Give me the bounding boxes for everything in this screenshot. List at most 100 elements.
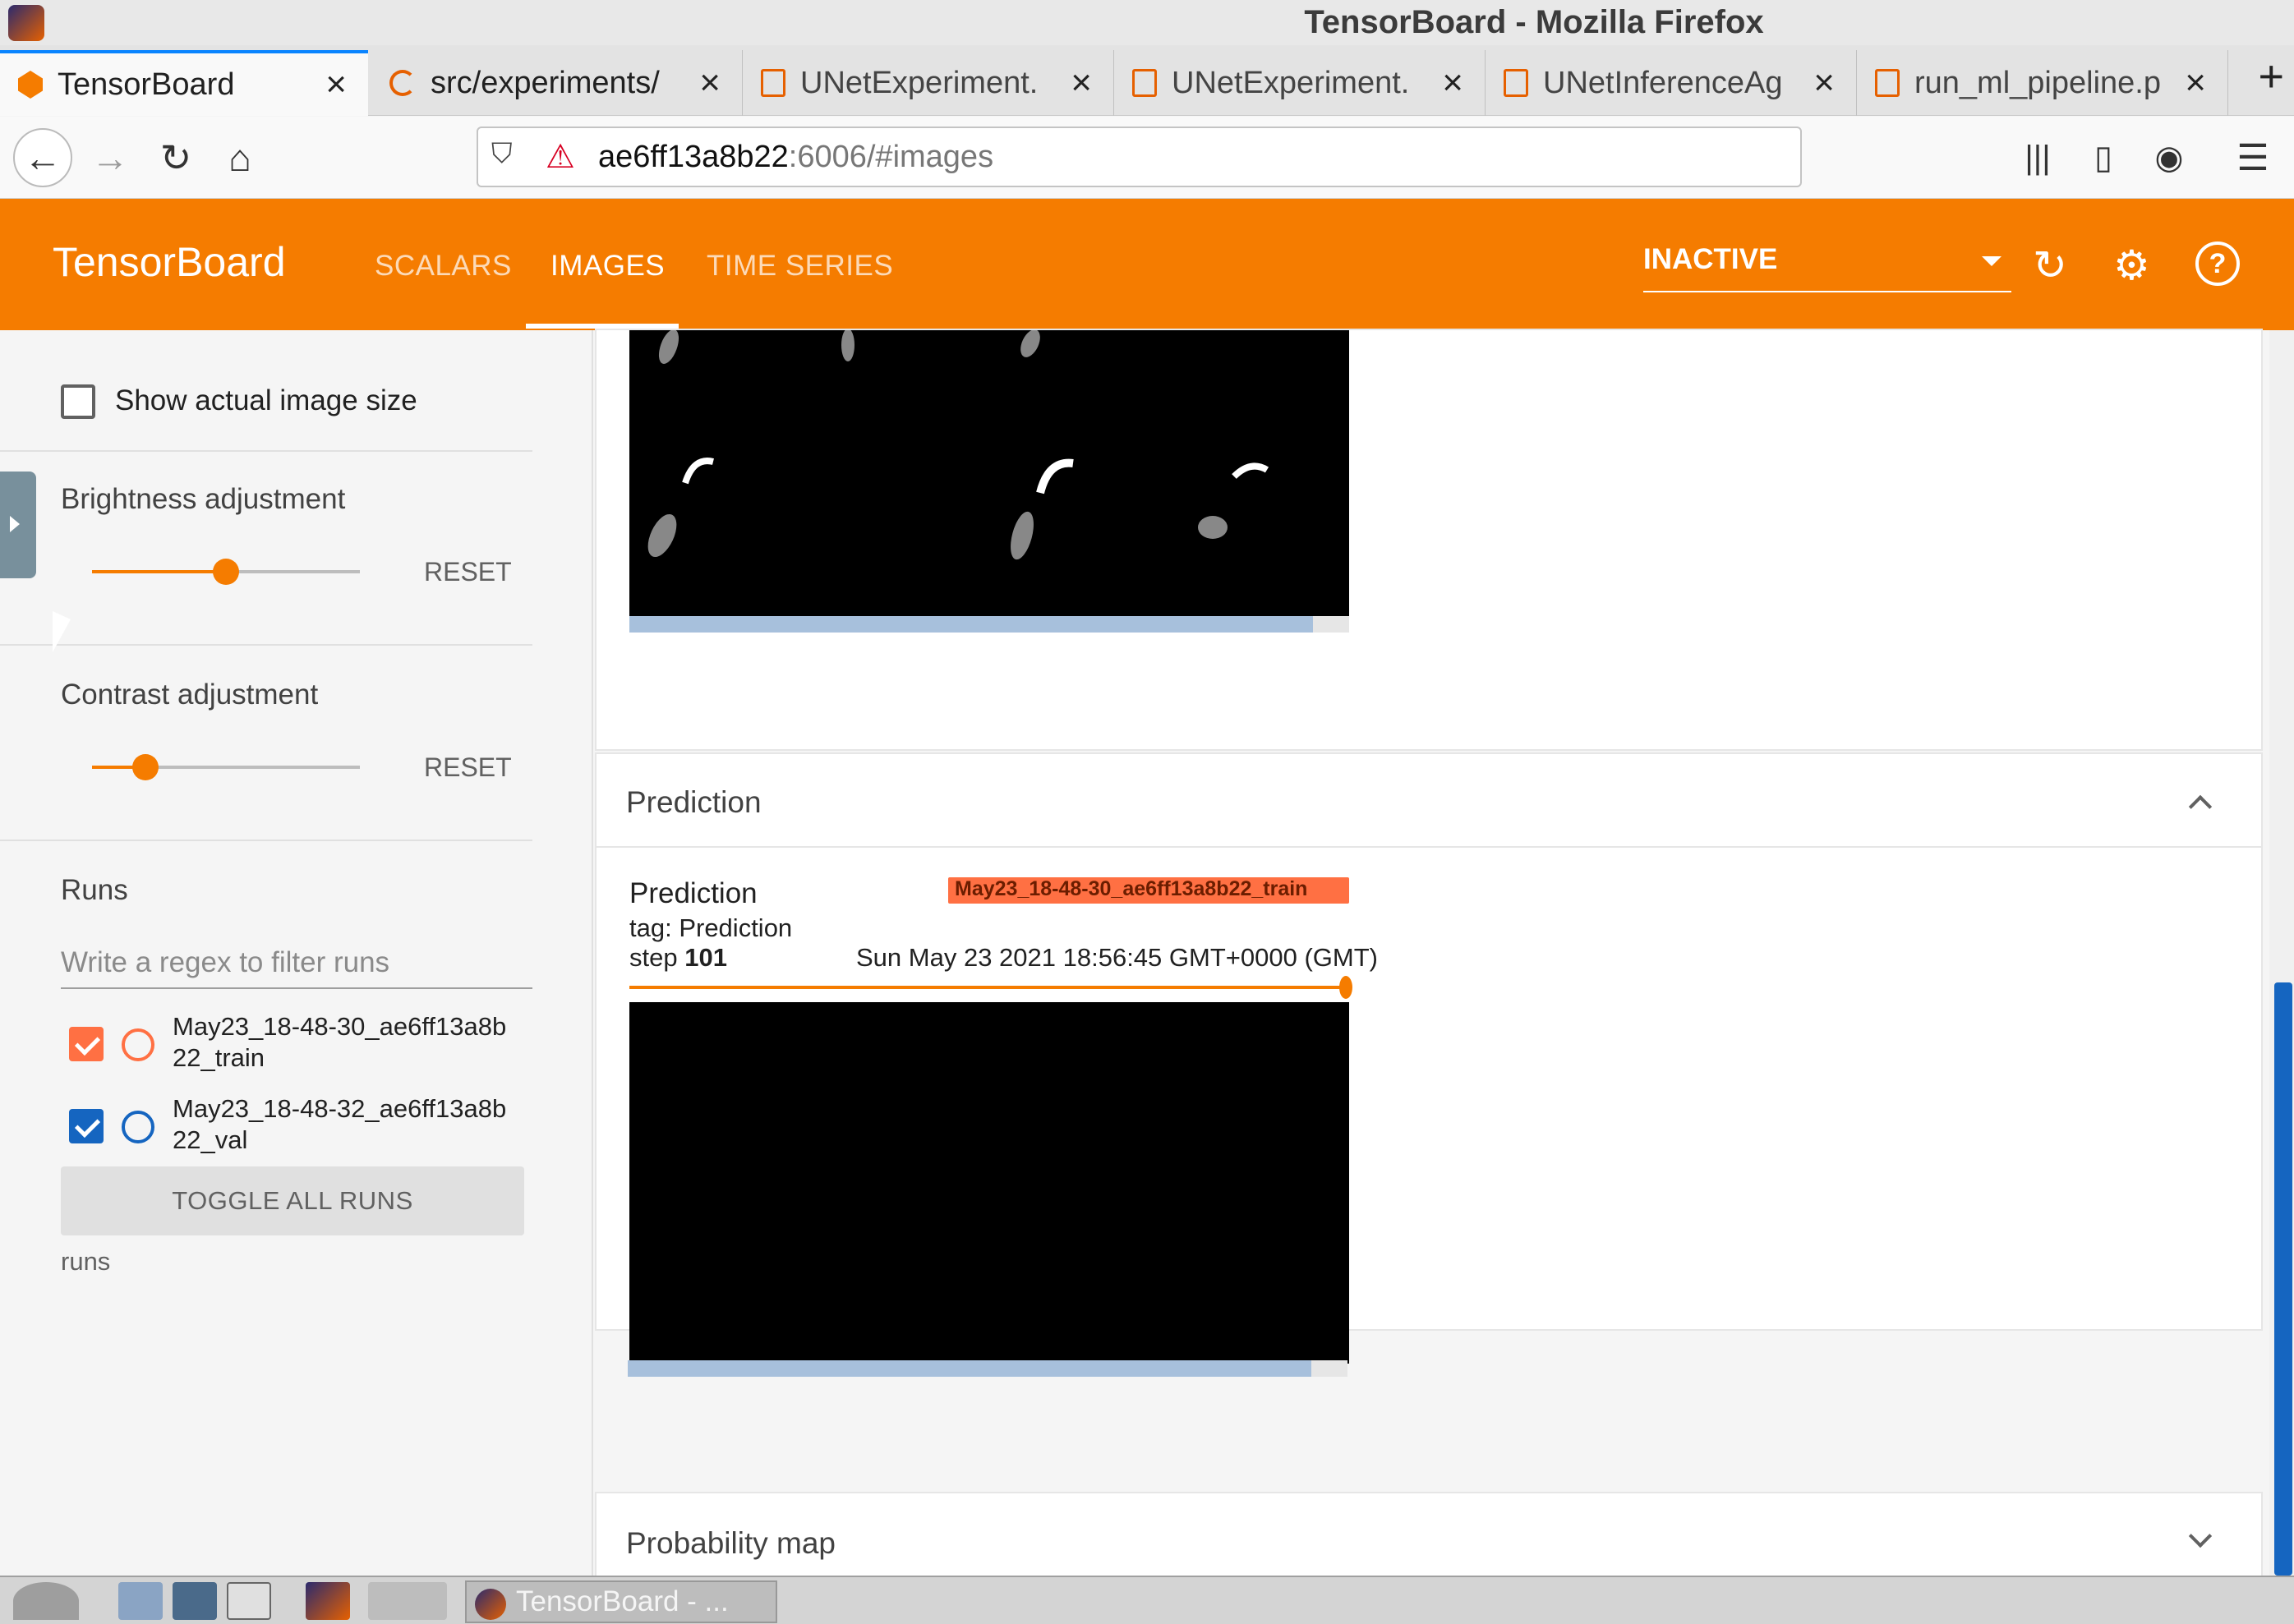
- loading-spinner-icon: [389, 70, 416, 96]
- brightness-slider-thumb[interactable]: [213, 559, 239, 585]
- status-select-value: INACTIVE: [1643, 243, 1778, 275]
- browser-tab-tensorboard[interactable]: TensorBoard ×: [0, 50, 368, 116]
- section-title: Prediction: [626, 785, 762, 819]
- os-taskbar: TensorBoard - ...: [0, 1576, 2294, 1624]
- section-title: Probability map: [626, 1526, 836, 1560]
- browser-tab-unet-experiment-2[interactable]: UNetExperiment. ×: [1114, 50, 1486, 116]
- divider: [0, 840, 532, 841]
- image-load-bar-fill: [629, 616, 1313, 633]
- close-icon[interactable]: ×: [1813, 62, 1835, 104]
- chevron-up-icon[interactable]: [2188, 794, 2213, 819]
- toggle-all-runs-button[interactable]: TOGGLE ALL RUNS: [61, 1166, 524, 1235]
- firefox-icon: [475, 1589, 506, 1620]
- run-color-swatch-train[interactable]: [122, 1028, 154, 1061]
- browser-tab-unet-experiment-1[interactable]: UNetExperiment. ×: [743, 50, 1114, 116]
- close-icon[interactable]: ×: [1442, 62, 1463, 104]
- close-icon[interactable]: ×: [699, 62, 721, 104]
- reload-icon[interactable]: ↻: [2033, 242, 2067, 289]
- forward-button[interactable]: →: [85, 133, 135, 182]
- previous-image-card: [595, 329, 2263, 751]
- chevron-down-icon: [1982, 256, 2001, 266]
- document-icon: [1504, 69, 1528, 97]
- tab-label: UNetExperiment.: [800, 65, 1039, 100]
- status-select[interactable]: INACTIVE: [1643, 243, 2011, 292]
- probability-section-header[interactable]: Probability map: [595, 1492, 2263, 1587]
- contrast-reset-button[interactable]: RESET: [424, 752, 512, 783]
- url-path: :6006/#images: [788, 140, 994, 174]
- card-step: step 101: [629, 943, 727, 973]
- tensorboard-icon: [18, 71, 43, 99]
- run-chip: May23_18-48-30_ae6ff13a8b22_train: [948, 877, 1349, 904]
- firefox-icon[interactable]: [306, 1582, 350, 1620]
- tab-label: UNetExperiment.: [1172, 65, 1410, 100]
- gear-icon[interactable]: ⚙: [2113, 242, 2150, 289]
- image-load-bar-fill: [628, 1360, 1311, 1377]
- card-name: Prediction: [629, 877, 758, 909]
- runs-footer: runs: [61, 1247, 111, 1276]
- scrollbar-thumb[interactable]: [2274, 982, 2292, 1576]
- new-tab-button[interactable]: +: [2258, 51, 2284, 102]
- reload-button[interactable]: ↻: [151, 133, 200, 182]
- divider: [0, 644, 532, 646]
- url-host: ae6ff13a8b22: [598, 140, 789, 174]
- step-slider-fill: [629, 986, 1349, 989]
- tab-label: UNetInferenceAg: [1543, 65, 1783, 100]
- account-icon[interactable]: ◉: [2144, 133, 2194, 182]
- close-icon[interactable]: ×: [325, 64, 347, 105]
- divider: [0, 450, 532, 452]
- window-title-bar: TensorBoard - Mozilla Firefox: [0, 0, 2294, 45]
- taskbar-window-tensorboard[interactable]: TensorBoard - ...: [465, 1580, 777, 1623]
- browser-tab-unet-inference[interactable]: UNetInferenceAg ×: [1486, 50, 1857, 116]
- close-icon[interactable]: ×: [1071, 62, 1092, 104]
- brightness-reset-button[interactable]: RESET: [424, 557, 512, 587]
- run-name-val-line1: May23_18-48-32_ae6ff13a8b: [173, 1094, 507, 1123]
- run-name-train-line2: 22_train: [173, 1043, 265, 1072]
- brightness-slider-fill: [92, 570, 226, 573]
- tab-label: run_ml_pipeline.p: [1914, 65, 2161, 100]
- tab-scalars[interactable]: SCALARS: [375, 250, 512, 283]
- desktop-switcher[interactable]: [368, 1582, 447, 1620]
- start-menu-icon[interactable]: [13, 1582, 79, 1620]
- menu-icon[interactable]: ☰: [2228, 133, 2278, 182]
- run-color-swatch-val[interactable]: [122, 1111, 154, 1143]
- close-icon[interactable]: ×: [2185, 62, 2206, 104]
- back-button[interactable]: ←: [13, 128, 72, 187]
- tab-time-series[interactable]: TIME SERIES: [707, 250, 893, 283]
- run-checkbox-train[interactable]: [69, 1027, 104, 1061]
- network-icon[interactable]: [173, 1582, 217, 1620]
- shield-icon[interactable]: ⛉: [491, 138, 513, 170]
- url-text[interactable]: ae6ff13a8b22:6006/#images: [598, 140, 993, 175]
- chevron-down-icon[interactable]: [2188, 1524, 2213, 1548]
- prediction-image: [629, 1002, 1349, 1364]
- browser-tab-experiments[interactable]: src/experiments/ ×: [371, 50, 743, 116]
- run-checkbox-val[interactable]: [69, 1109, 104, 1143]
- image-load-bar: [629, 616, 1349, 633]
- prediction-image-card: Prediction May23_18-48-30_ae6ff13a8b22_t…: [595, 846, 2263, 1364]
- file-manager-icon[interactable]: [118, 1582, 163, 1620]
- library-icon[interactable]: |||: [2013, 133, 2062, 182]
- browser-tab-run-ml-pipeline[interactable]: run_ml_pipeline.p ×: [1857, 50, 2228, 116]
- run-filter-input[interactable]: [61, 938, 532, 989]
- contrast-label: Contrast adjustment: [61, 679, 319, 711]
- sidebar-toggle-icon[interactable]: ▯: [2079, 133, 2128, 182]
- step-slider-track[interactable]: [629, 976, 1352, 999]
- previous-image: [629, 329, 1349, 616]
- url-bar[interactable]: ⛉ ⚠ ae6ff13a8b22:6006/#images: [477, 127, 1802, 187]
- document-icon: [1875, 69, 1900, 97]
- run-name-val-line2: 22_val: [173, 1125, 248, 1154]
- terminal-icon[interactable]: [227, 1582, 271, 1620]
- step-prefix: step: [629, 943, 678, 972]
- document-icon: [761, 69, 785, 97]
- prediction-section-header[interactable]: Prediction: [595, 752, 2263, 848]
- brightness-label: Brightness adjustment: [61, 483, 346, 515]
- tab-images[interactable]: IMAGES: [550, 250, 665, 283]
- help-icon[interactable]: ?: [2195, 242, 2240, 286]
- home-button[interactable]: ⌂: [215, 133, 265, 182]
- card-tag: tag: Prediction: [629, 913, 793, 942]
- step-slider-thumb[interactable]: [1339, 976, 1352, 999]
- tab-label: src/experiments/: [431, 65, 660, 100]
- sidebar-drawer-handle[interactable]: [0, 472, 36, 578]
- insecure-lock-icon[interactable]: ⚠: [546, 138, 575, 176]
- show-actual-size-checkbox[interactable]: [61, 384, 95, 419]
- contrast-slider-thumb[interactable]: [132, 754, 159, 780]
